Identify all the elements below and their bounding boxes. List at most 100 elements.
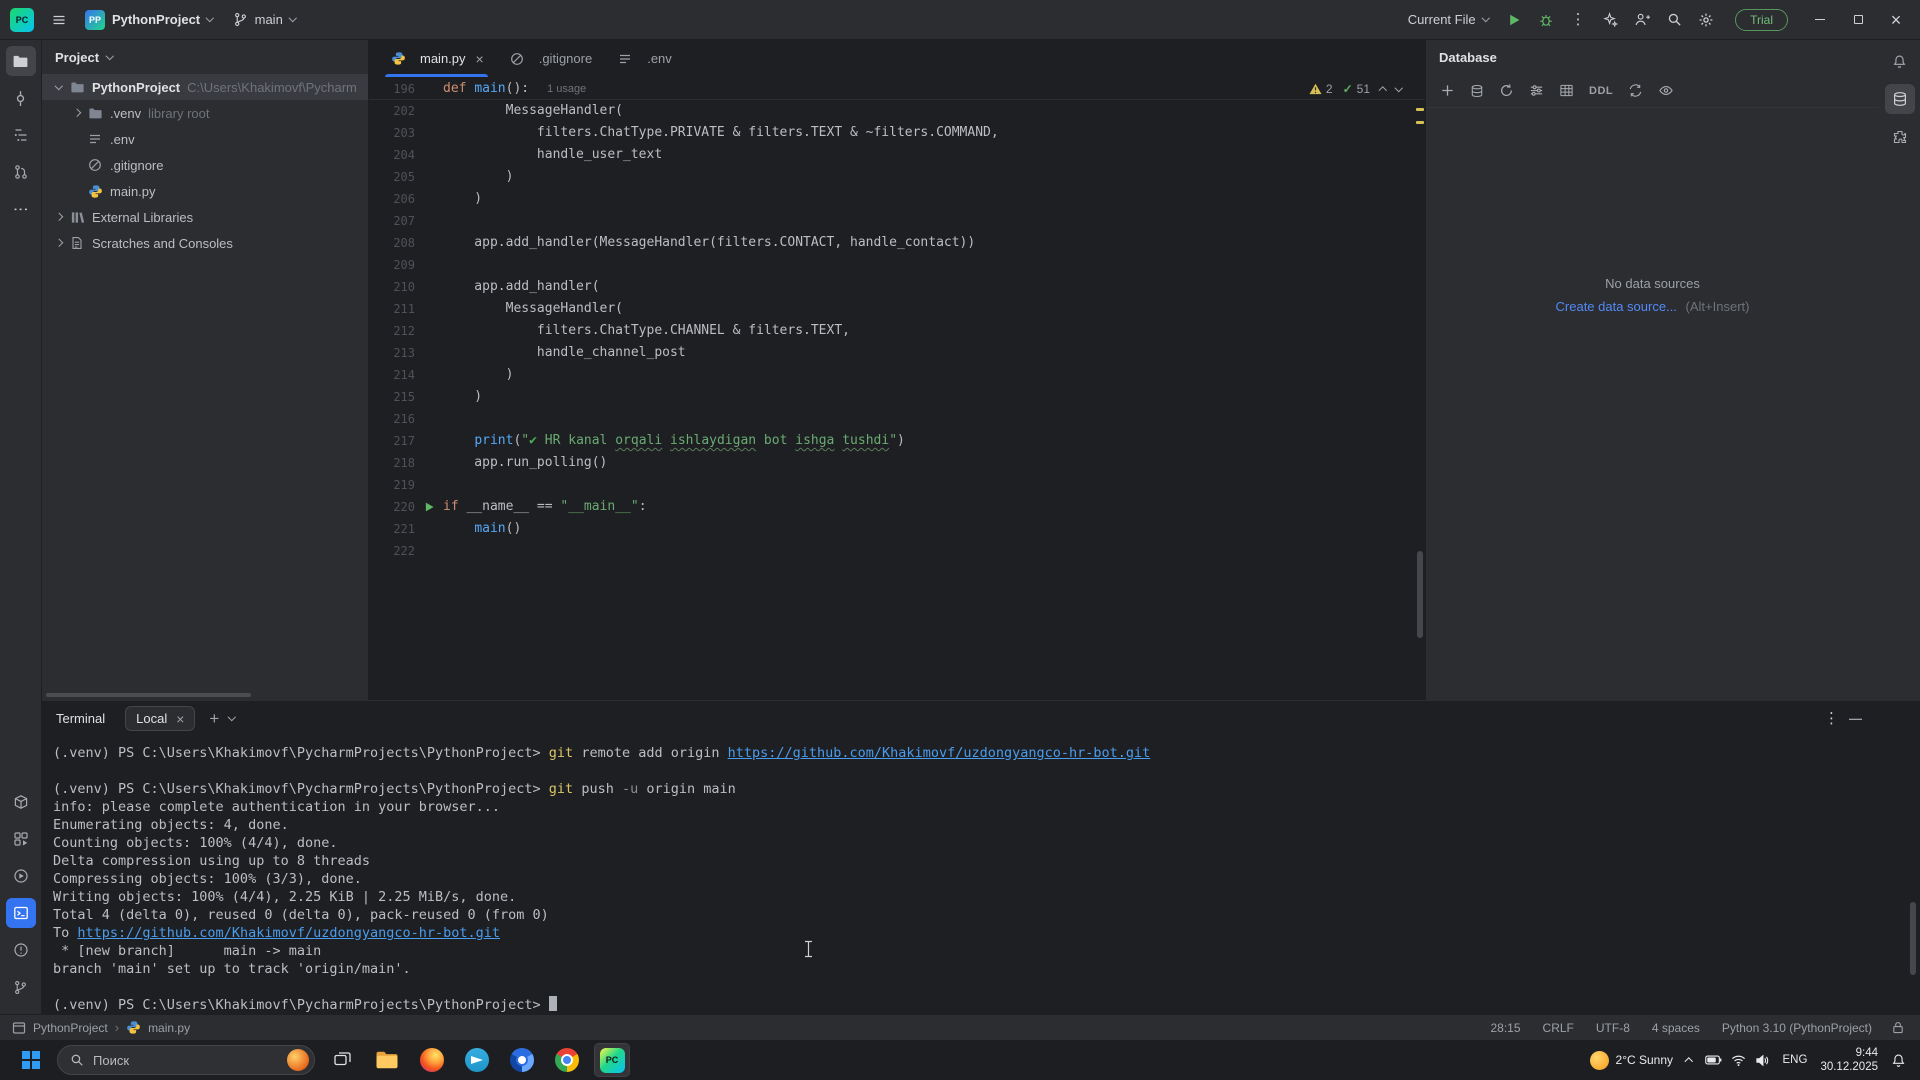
project-horizontal-scrollbar[interactable] (46, 693, 251, 697)
language-indicator[interactable]: ENG (1783, 1054, 1808, 1066)
line-number[interactable]: 215 (369, 386, 415, 408)
tree-item--env[interactable]: .env (42, 126, 368, 152)
start-button[interactable] (14, 1043, 48, 1077)
line-number[interactable]: 221 (369, 518, 415, 540)
database-tool-button[interactable] (1885, 84, 1915, 114)
line-number[interactable]: 208 (369, 232, 415, 254)
previous-problem-icon[interactable] (1379, 87, 1387, 95)
terminal-link[interactable]: https://github.com/Khakimovf/uzdongyangc… (728, 745, 1151, 761)
ai-assistant-button[interactable] (1595, 5, 1625, 35)
python-packages-tool-button[interactable] (6, 787, 36, 817)
more-run-actions-button[interactable]: ⋮ (1563, 5, 1593, 35)
code-line-208[interactable]: 208 app.add_handler(MessageHandler(filte… (369, 232, 1425, 254)
line-number[interactable]: 204 (369, 144, 415, 166)
chrome-button[interactable] (549, 1043, 585, 1077)
code-line-215[interactable]: 215 ) (369, 386, 1425, 408)
status-item-python-3-10-pythonproject-[interactable]: Python 3.10 (PythonProject) (1722, 1021, 1872, 1035)
code-line-204[interactable]: 204 handle_user_text (369, 144, 1425, 166)
tree-toggle[interactable] (50, 214, 68, 220)
create-data-source-link[interactable]: Create data source... (1556, 299, 1677, 314)
tree-item-external-libraries[interactable]: External Libraries (42, 204, 368, 230)
tree-item--gitignore[interactable]: .gitignore (42, 152, 368, 178)
tree-toggle[interactable] (50, 86, 68, 89)
firefox-button[interactable] (414, 1043, 450, 1077)
line-number[interactable]: 207 (369, 210, 415, 232)
problems-tool-button[interactable] (6, 935, 36, 965)
tree-toggle[interactable] (68, 110, 86, 116)
clock-widget[interactable]: 9:44 30.12.2025 (1820, 1046, 1878, 1074)
db-filter-button[interactable] (1529, 81, 1544, 101)
status-project[interactable]: PythonProject (33, 1021, 108, 1035)
code-line-213[interactable]: 213 handle_channel_post (369, 342, 1425, 364)
line-number[interactable]: 212 (369, 320, 415, 342)
project-panel-header[interactable]: Project (42, 40, 368, 74)
search-everywhere-button[interactable] (1659, 5, 1689, 35)
db-source-properties-button[interactable] (1470, 81, 1484, 101)
code-line-220[interactable]: 220if __name__ == "__main__": (369, 496, 1425, 518)
project-selector[interactable]: PP PythonProject (76, 5, 222, 35)
inspections-widget[interactable]: 2 ✓51 (1303, 80, 1407, 98)
commit-tool-button[interactable] (6, 83, 36, 113)
plugins-tool-button[interactable] (1885, 122, 1915, 152)
status-item-utf-8[interactable]: UTF-8 (1596, 1021, 1630, 1035)
terminal-options-icon[interactable]: ⋮ (1824, 711, 1839, 726)
database-panel-header[interactable]: Database (1426, 40, 1879, 74)
line-number[interactable]: 219 (369, 474, 415, 496)
usage-hint[interactable]: 1 usage (547, 83, 586, 95)
code-line-212[interactable]: 212 filters.ChatType.CHANNEL & filters.T… (369, 320, 1425, 342)
run-configuration-selector[interactable]: Current File (1399, 5, 1497, 35)
warnings-count[interactable]: 2 (1309, 82, 1333, 96)
line-number[interactable]: 206 (369, 188, 415, 210)
typos-count[interactable]: ✓51 (1343, 82, 1370, 96)
pycharm-taskbar-button[interactable]: PC (594, 1043, 630, 1077)
status-item-4-spaces[interactable]: 4 spaces (1652, 1021, 1700, 1035)
pycharm-logo-icon[interactable]: PC (10, 8, 34, 32)
terminal-tool-button[interactable] (6, 898, 36, 928)
line-number[interactable]: 214 (369, 364, 415, 386)
close-terminal-tab-icon[interactable]: × (176, 712, 184, 726)
editor-scrollbar[interactable] (1415, 78, 1425, 700)
scrollbar-thumb[interactable] (1910, 902, 1916, 975)
db-view-options-button[interactable] (1658, 81, 1674, 101)
close-button[interactable]: × (1878, 5, 1914, 35)
settings-button[interactable] (1691, 5, 1721, 35)
scrollbar-thumb[interactable] (1417, 551, 1423, 638)
chromium-button[interactable] (504, 1043, 540, 1077)
code-line-217[interactable]: 217 print("✔ HR kanal orqali ishlaydigan… (369, 430, 1425, 452)
code-line-209[interactable]: 209 (369, 254, 1425, 276)
tray-status-icons[interactable] (1705, 1054, 1770, 1067)
taskbar-search[interactable] (57, 1045, 315, 1075)
terminal-link[interactable]: https://github.com/Khakimovf/uzdongyangc… (77, 925, 500, 941)
search-daily-image-icon[interactable] (287, 1049, 309, 1071)
status-item-28-15[interactable]: 28:15 (1491, 1021, 1521, 1035)
telegram-button[interactable] (459, 1043, 495, 1077)
minimize-button[interactable] (1802, 5, 1838, 35)
line-number[interactable]: 203 (369, 122, 415, 144)
terminal-scrollbar[interactable] (1910, 740, 1918, 1010)
tree-item-pythonproject[interactable]: PythonProjectC:\Users\Khakimovf\Pycharm (42, 74, 368, 100)
db-ddl-button[interactable]: DDL (1589, 81, 1613, 101)
line-number[interactable]: 213 (369, 342, 415, 364)
run-gutter-icon[interactable] (415, 496, 443, 518)
editor-tab-main-py[interactable]: main.py× (377, 40, 496, 77)
next-problem-icon[interactable] (1394, 84, 1402, 92)
weather-widget[interactable]: 2°C Sunny (1590, 1051, 1674, 1070)
code-line-210[interactable]: 210 app.add_handler( (369, 276, 1425, 298)
notifications-tool-button[interactable] (1885, 46, 1915, 76)
hide-terminal-icon[interactable]: — (1849, 711, 1862, 726)
structure-tool-button[interactable] (6, 120, 36, 150)
line-number[interactable]: 216 (369, 408, 415, 430)
pull-requests-tool-button[interactable] (6, 157, 36, 187)
maximize-button[interactable] (1840, 5, 1876, 35)
version-control-tool-button[interactable] (6, 972, 36, 1002)
code-line-211[interactable]: 211 MessageHandler( (369, 298, 1425, 320)
tree-toggle[interactable] (50, 240, 68, 246)
tree-item--venv[interactable]: .venvlibrary root (42, 100, 368, 126)
tree-item-main-py[interactable]: main.py (42, 178, 368, 204)
line-number[interactable]: 222 (369, 540, 415, 562)
code-line-214[interactable]: 214 ) (369, 364, 1425, 386)
code-line-219[interactable]: 219 (369, 474, 1425, 496)
debug-button[interactable] (1531, 5, 1561, 35)
line-number[interactable]: 210 (369, 276, 415, 298)
line-number[interactable]: 217 (369, 430, 415, 452)
